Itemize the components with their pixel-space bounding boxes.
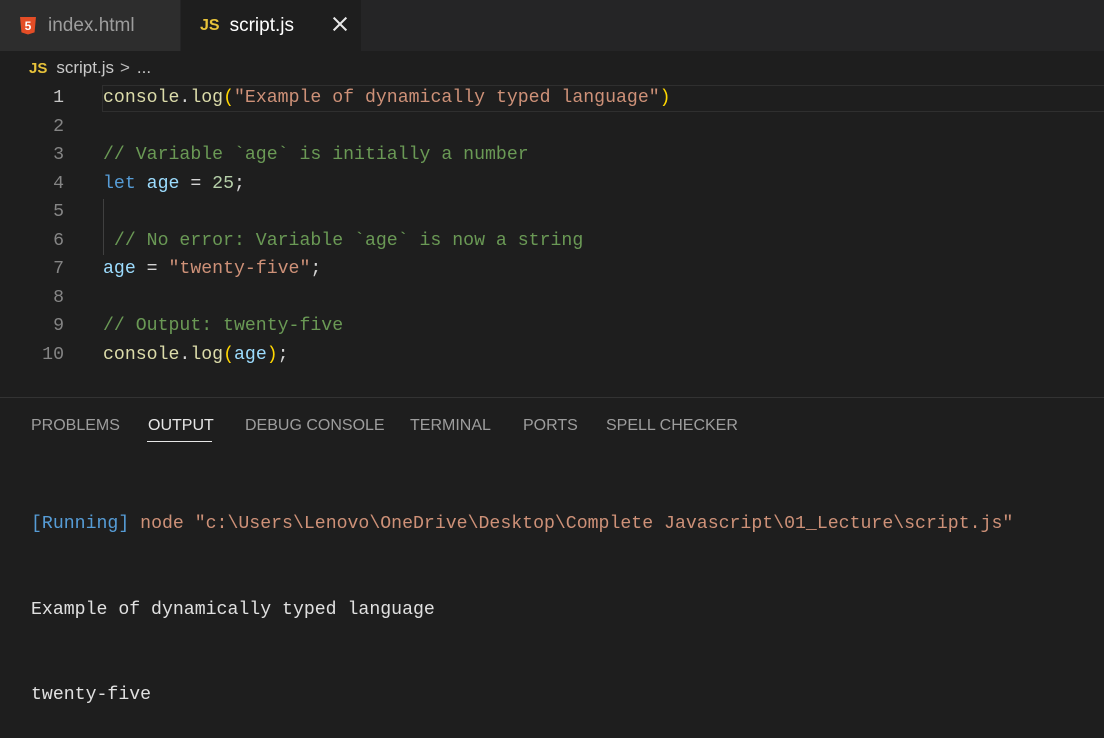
line-number: 1	[53, 88, 64, 108]
code-token: ;	[310, 259, 322, 279]
code-token: =	[135, 259, 169, 279]
code-token: ;	[234, 173, 245, 194]
panel-divider	[0, 397, 1104, 398]
output-line: Example of dynamically typed language	[31, 599, 435, 620]
line-number: 8	[53, 287, 64, 308]
code-line[interactable]: 6 // No error: Variable `age` is now a s…	[0, 227, 1104, 255]
line-number: 5	[53, 202, 64, 222]
tab-terminal[interactable]: TERMINAL	[410, 417, 491, 435]
code-token: let	[103, 173, 136, 194]
code-line[interactable]: 10 console.log(age);	[0, 341, 1104, 369]
code-token: (	[223, 344, 234, 365]
code-text: age = "twenty-five";	[103, 255, 321, 283]
line-number: 9	[53, 316, 64, 336]
html5-icon-glyph: 5	[24, 19, 32, 33]
code-line[interactable]: 8	[0, 284, 1104, 312]
code-text: // No error: Variable `age` is now a str…	[103, 227, 583, 255]
code-token: (	[223, 88, 234, 108]
code-token: // No error: Variable `age` is now a str…	[103, 230, 584, 251]
running-tag: [Running]	[31, 514, 130, 534]
tab-label: script.js	[229, 14, 294, 36]
run-command: node "c:\Users\Lenovo\OneDrive\Desktop\C…	[129, 514, 1014, 534]
code-token: =	[179, 173, 213, 194]
code-token: )	[266, 344, 278, 365]
breadcrumb: JS script.js > ...	[29, 56, 151, 80]
code-token: "Example of dynamically typed language"	[234, 88, 660, 108]
code-token: // Output: twenty-five	[103, 316, 344, 336]
code-line[interactable]: 1 console.log("Example of dynamically typ…	[0, 84, 1104, 112]
code-line[interactable]: 2	[0, 113, 1104, 141]
code-line[interactable]: 5	[0, 198, 1104, 226]
breadcrumb-file[interactable]: script.js	[56, 58, 114, 78]
tab-script-js[interactable]: JS script.js	[181, 0, 361, 51]
line-number: 3	[53, 145, 64, 165]
code-token: )	[659, 88, 671, 108]
code-token: "twenty-five"	[168, 259, 311, 279]
code-text: console.log("Example of dynamically type…	[103, 84, 671, 112]
line-number: 6	[53, 230, 64, 251]
code-token: age	[103, 259, 136, 279]
javascript-icon: JS	[200, 16, 220, 34]
code-line[interactable]: 3 // Variable `age` is initially a number	[0, 141, 1104, 169]
chevron-right-icon: >	[119, 58, 130, 77]
code-line[interactable]: 7 age = "twenty-five";	[0, 255, 1104, 283]
tab-output[interactable]: OUTPUT	[148, 417, 214, 435]
tab-debug-console[interactable]: DEBUG CONSOLE	[245, 417, 385, 435]
line-number: 10	[42, 344, 64, 365]
output-panel[interactable]: [Running] node "c:\Users\Lenovo\OneDrive…	[31, 453, 1013, 738]
code-token: console	[103, 88, 180, 108]
tab-problems[interactable]: PROBLEMS	[31, 417, 120, 435]
tab-index-html[interactable]: 5 index.html	[0, 0, 180, 51]
code-text: console.log(age);	[103, 341, 289, 369]
code-token: ;	[277, 344, 289, 365]
line-number: 2	[53, 116, 64, 137]
output-line: twenty-five	[31, 685, 152, 705]
code-token: // Variable `age` is initially a number	[103, 145, 529, 165]
output-run-line: [Running] node "c:\Users\Lenovo\OneDrive…	[31, 510, 1013, 539]
code-token: log	[190, 88, 224, 108]
breadcrumb-symbols[interactable]: ...	[137, 58, 151, 78]
tab-label: index.html	[48, 14, 135, 36]
line-number: 7	[53, 259, 64, 279]
code-token: age	[234, 344, 267, 365]
code-token: 25	[212, 173, 235, 194]
code-editor[interactable]: 1 console.log("Example of dynamically typ…	[0, 84, 1104, 384]
code-token: log	[190, 344, 224, 365]
active-tab-indicator	[147, 441, 212, 442]
editor-tab-bar: 5 index.html JS script.js	[0, 0, 1104, 51]
javascript-icon: JS	[29, 59, 48, 77]
code-line[interactable]: 9 // Output: twenty-five	[0, 312, 1104, 340]
tab-ports[interactable]: PORTS	[523, 417, 578, 435]
code-token: .	[179, 88, 191, 108]
code-token: age	[146, 173, 180, 194]
code-line[interactable]: 4 let age = 25;	[0, 170, 1104, 198]
close-icon[interactable]	[331, 15, 349, 33]
tab-spell-checker[interactable]: SPELL CHECKER	[606, 417, 738, 435]
code-token: .	[179, 344, 191, 365]
line-number: 4	[53, 173, 64, 194]
code-text: let age = 25;	[103, 170, 245, 198]
code-token: console	[103, 344, 180, 365]
html5-icon: 5	[20, 16, 36, 35]
code-text: // Variable `age` is initially a number	[103, 141, 529, 169]
code-text: // Output: twenty-five	[103, 312, 343, 340]
panel-tab-bar: PROBLEMS OUTPUT DEBUG CONSOLE TERMINAL P…	[0, 415, 1104, 445]
